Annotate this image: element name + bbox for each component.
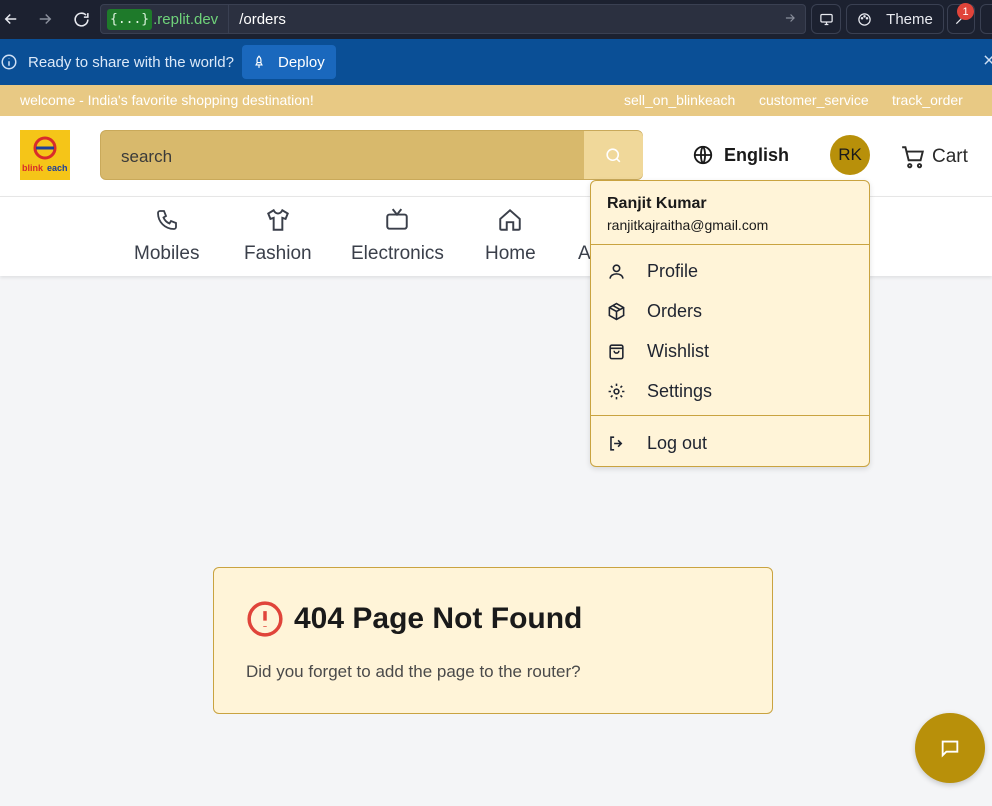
svg-text:each: each [47,163,68,173]
info-icon [0,53,18,76]
reload-icon[interactable] [66,4,96,34]
tv-icon [384,205,410,235]
overflow-button[interactable] [980,4,992,34]
home-icon [497,205,523,235]
site-logo[interactable]: blink each [20,130,70,180]
search-button[interactable] [584,131,643,179]
deploy-button[interactable]: Deploy [242,45,336,79]
customer-service-link[interactable]: customer_service [759,92,869,108]
shopping-bag-icon [607,342,629,361]
category-appliances[interactable]: A [578,205,591,265]
url-host: .replit.dev [153,10,219,28]
menu-item-label: Profile [647,260,699,281]
close-icon[interactable] [982,53,992,72]
user-icon [607,262,629,281]
not-found-card: 404 Page Not Found Did you forget to add… [213,567,773,714]
search-bar: search [100,130,643,180]
category-label: Electronics [351,243,444,264]
user-avatar[interactable]: RK [830,135,870,175]
monitor-icon [819,13,833,25]
svg-text:blink: blink [22,163,44,173]
language-label: English [724,144,790,165]
gear-icon [607,382,629,401]
forward-icon[interactable] [30,4,60,34]
url-path: /orders [239,10,286,28]
not-found-title: 404 Page Not Found [294,602,583,635]
language-selector[interactable]: English [692,144,789,166]
menu-item-label: Log out [647,432,708,453]
category-mobiles[interactable]: Mobiles [134,205,199,265]
user-menu: Ranjit Kumar ranjitkajraitha@gmail.com P… [590,180,870,467]
palette-icon [858,12,871,26]
address-bar[interactable]: {...} .replit.dev /orders [100,4,806,34]
phone-icon [155,205,179,235]
url-tag: {...} [107,8,153,30]
logout-icon [607,434,629,453]
user-name: Ranjit Kumar [607,195,707,212]
search-input[interactable]: search [121,147,172,167]
go-arrow-icon[interactable] [783,11,797,30]
cart-button[interactable]: Cart [900,144,968,170]
category-electronics[interactable]: Electronics [351,205,444,265]
browser-toolbar: {...} .replit.dev /orders Theme 1 [0,0,992,39]
menu-item-profile[interactable]: Profile [591,254,869,288]
search-icon [606,147,621,162]
package-icon [607,302,629,321]
url-divider [228,4,230,34]
not-found-message: Did you forget to add the page to the ro… [246,662,581,681]
category-home[interactable]: Home [485,205,536,265]
rocket-icon [255,55,263,68]
deploy-label: Deploy [278,53,325,71]
devtools-button[interactable] [811,4,841,34]
category-fashion[interactable]: Fashion [244,205,312,265]
user-email: ranjitkajraitha@gmail.com [607,217,769,233]
theme-button[interactable]: Theme [846,4,944,34]
menu-item-orders[interactable]: Orders [591,294,869,328]
welcome-strip: welcome - India's favorite shopping dest… [0,85,992,116]
deploy-banner: Ready to share with the world? Deploy [0,39,992,85]
sell-link[interactable]: sell_on_blinkeach [624,92,735,108]
theme-label: Theme [886,10,933,28]
cart-icon [902,146,924,169]
globe-icon [693,145,713,165]
menu-item-label: Settings [647,380,713,401]
menu-item-label: Wishlist [647,340,709,361]
category-label: Home [485,243,536,264]
menu-item-settings[interactable]: Settings [591,374,869,408]
menu-divider [591,415,869,416]
cart-label: Cart [932,146,968,167]
welcome-text: welcome - India's favorite shopping dest… [20,92,314,108]
deploy-message: Ready to share with the world? [28,53,234,71]
category-label: Mobiles [134,243,200,264]
track-order-link[interactable]: track_order [892,92,963,108]
menu-item-wishlist[interactable]: Wishlist [591,334,869,368]
menu-item-label: Orders [647,300,703,321]
category-label: Fashion [244,243,312,264]
back-icon[interactable] [0,4,26,34]
menu-item-logout[interactable]: Log out [591,426,869,460]
alert-circle-icon [246,600,284,643]
menu-divider [591,244,869,245]
notification-badge: 1 [957,3,974,20]
category-label: A [578,243,591,264]
shirt-icon [265,205,291,235]
chat-icon [941,740,959,758]
chat-button[interactable] [915,713,985,783]
